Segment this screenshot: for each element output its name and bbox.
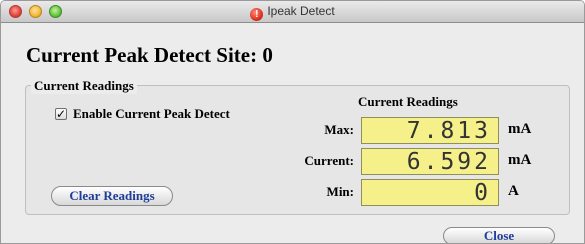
- window: ! Ipeak Detect Current Peak Detect Site: …: [0, 0, 585, 244]
- alert-icon: !: [250, 8, 264, 21]
- enable-peak-detect-checkbox[interactable]: ✓: [55, 108, 67, 120]
- enable-peak-detect-row[interactable]: ✓ Enable Current Peak Detect: [55, 106, 230, 122]
- min-value-display: 0: [361, 179, 499, 206]
- current-unit: mA: [508, 152, 532, 168]
- enable-peak-detect-label: Enable Current Peak Detect: [73, 106, 230, 121]
- close-button[interactable]: Close: [443, 227, 555, 243]
- page-title: Current Peak Detect Site: 0: [26, 43, 273, 67]
- clear-readings-button[interactable]: Clear Readings: [51, 186, 173, 206]
- max-value-display: 7.813: [361, 117, 499, 144]
- max-label: Max:: [324, 122, 354, 137]
- min-unit: A: [508, 183, 519, 199]
- current-label: Current:: [304, 153, 354, 168]
- min-label: Min:: [326, 184, 354, 199]
- max-unit: mA: [508, 121, 532, 137]
- window-title-wrap: ! Ipeak Detect: [1, 4, 584, 21]
- readings-header: Current Readings: [358, 94, 458, 109]
- current-value-display: 6.592: [361, 148, 499, 175]
- window-title: Ipeak Detect: [267, 4, 335, 18]
- group-label: Current Readings: [31, 78, 137, 94]
- title-bar[interactable]: ! Ipeak Detect: [1, 1, 584, 23]
